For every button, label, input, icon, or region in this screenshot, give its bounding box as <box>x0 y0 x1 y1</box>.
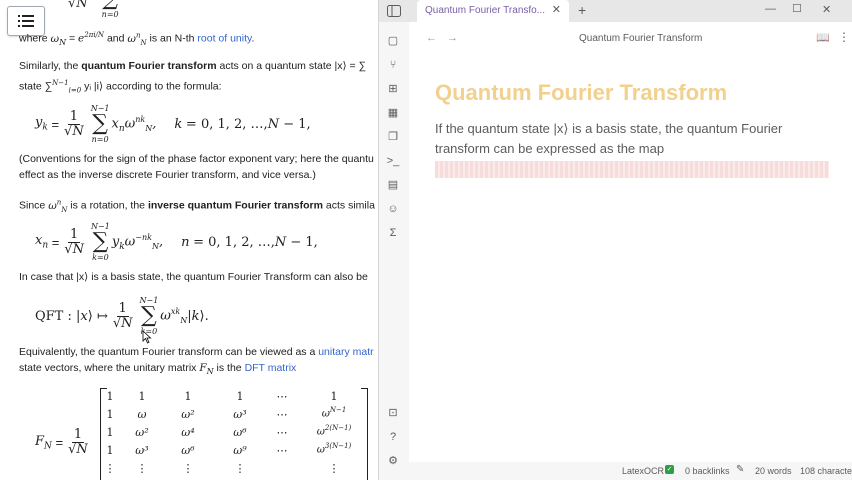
minimize-icon[interactable]: — <box>765 3 776 15</box>
qft-map-formula: QFT : |x⟩ ↦ 1 √N N−1 ∑ k=0 ωxkN |k⟩. <box>35 296 209 336</box>
word-count: 20 words <box>755 466 792 476</box>
state-vectors-line: state vectors, where the unitary matrix … <box>19 362 297 377</box>
status-bar: LatexOCR ✓ 0 backlinks ✎ 20 words 108 ch… <box>409 462 852 480</box>
root-of-unity-line: where ωN = e2πi/N and ωnN is an N-th roo… <box>19 31 255 47</box>
back-arrow-icon[interactable]: ← <box>426 32 437 44</box>
unitary-matrix-link[interactable]: unitary matr <box>318 346 373 358</box>
more-options-icon[interactable]: ⋮ <box>838 30 850 44</box>
emoji-icon[interactable]: ☺ <box>386 202 400 216</box>
dft-matrix-lhs: FN = 1 √N <box>35 427 88 457</box>
view-header-title[interactable]: Quantum Fourier Transform <box>579 33 702 44</box>
maximize-icon[interactable]: ☐ <box>792 2 802 15</box>
obsidian-window: Quantum Fourier Transfo... ✕ + — ☐ ✕ ▢ ⑂… <box>378 0 852 480</box>
note-body-text[interactable]: If the quantum state |x⟩ is a basis stat… <box>435 119 835 159</box>
backlinks-count[interactable]: 0 backlinks <box>685 466 730 476</box>
reading-view-icon[interactable]: 📖 <box>816 31 830 44</box>
tab-quantum-fourier[interactable]: Quantum Fourier Transfo... ✕ <box>417 0 569 22</box>
settings-gear-icon[interactable]: ⚙ <box>386 454 400 468</box>
top-partial-equation: √N ∑n=0 <box>68 0 119 19</box>
vault-icon[interactable]: ⊡ <box>386 406 400 420</box>
list-icon <box>18 15 34 27</box>
equivalently-line: Equivalently, the quantum Fourier transf… <box>19 346 374 358</box>
root-of-unity-link[interactable]: root of unity <box>197 33 251 45</box>
tab-bar: Quantum Fourier Transfo... ✕ + — ☐ ✕ <box>379 0 852 22</box>
qft-formula: yk = 1 √N N−1 ∑ n=0 xnωnkN, k = 0, 1, 2, …,… <box>35 104 311 144</box>
new-tab-icon[interactable]: + <box>578 2 586 18</box>
canvas-icon[interactable]: ⊞ <box>386 82 400 96</box>
note-title[interactable]: Quantum Fourier Transform <box>435 80 727 106</box>
table-icon[interactable]: ▤ <box>386 178 400 192</box>
state-line: state ∑N−1i=0 yᵢ |i⟩ according to the fo… <box>19 79 222 95</box>
sidebar-toggle-icon[interactable] <box>387 5 401 17</box>
close-icon[interactable]: ✕ <box>552 3 561 16</box>
inverse-qft-formula: xn = 1 √N N−1 ∑ k=0 ykω−nkN, n = 0, 1, 2, …… <box>35 222 318 262</box>
calendar-icon[interactable]: ▦ <box>386 106 400 120</box>
dft-matrix-link[interactable]: DFT matrix <box>245 362 297 374</box>
since-line: Since ωnN is a rotation, the inverse qua… <box>19 198 375 214</box>
sigma-icon[interactable]: Σ <box>386 226 400 240</box>
mouse-cursor-icon <box>142 330 152 344</box>
in-case-line: In case that |x⟩ is a basis state, the q… <box>19 271 368 283</box>
highlighted-empty-line[interactable] <box>435 161 829 178</box>
editor-pane[interactable]: ← → Quantum Fourier Transform 📖 ⋮ Quantu… <box>409 22 852 462</box>
character-count: 108 characters <box>800 466 852 476</box>
tab-title: Quantum Fourier Transfo... <box>425 5 546 16</box>
similarly-line: Similarly, the quantum Fourier transform… <box>19 60 367 72</box>
help-icon[interactable]: ? <box>386 430 400 444</box>
latexocr-status[interactable]: LatexOCR <box>622 466 664 476</box>
copy-icon[interactable]: ❐ <box>386 130 400 144</box>
check-icon: ✓ <box>665 465 674 474</box>
left-ribbon: ▢ ⑂ ⊞ ▦ ❐ >_ ▤ ☺ Σ ⊡ ? ⚙ <box>379 22 408 480</box>
dft-matrix: 1 1 1 1 ⋯ 1 1 ω ω² ω³ ⋯ ωN−1 1 ω² ω⁴ ω⁶ ⋯ ω2(N−1) 1 ω³ ω⁶… <box>100 386 368 480</box>
graph-icon[interactable]: ⑂ <box>386 58 400 72</box>
conventions-line-1: (Conventions for the sign of the phase f… <box>19 153 374 165</box>
forward-arrow-icon[interactable]: → <box>447 32 458 44</box>
window-close-icon[interactable]: ✕ <box>822 3 831 16</box>
wikipedia-article: √N ∑n=0 where ωN = e2πi/N and ωnN is an … <box>0 0 378 480</box>
file-explorer-icon[interactable]: ▢ <box>386 34 400 48</box>
terminal-icon[interactable]: >_ <box>386 154 400 168</box>
conventions-line-2: effect as the inverse discrete Fourier t… <box>19 169 316 181</box>
pencil-icon[interactable]: ✎ <box>736 464 744 475</box>
